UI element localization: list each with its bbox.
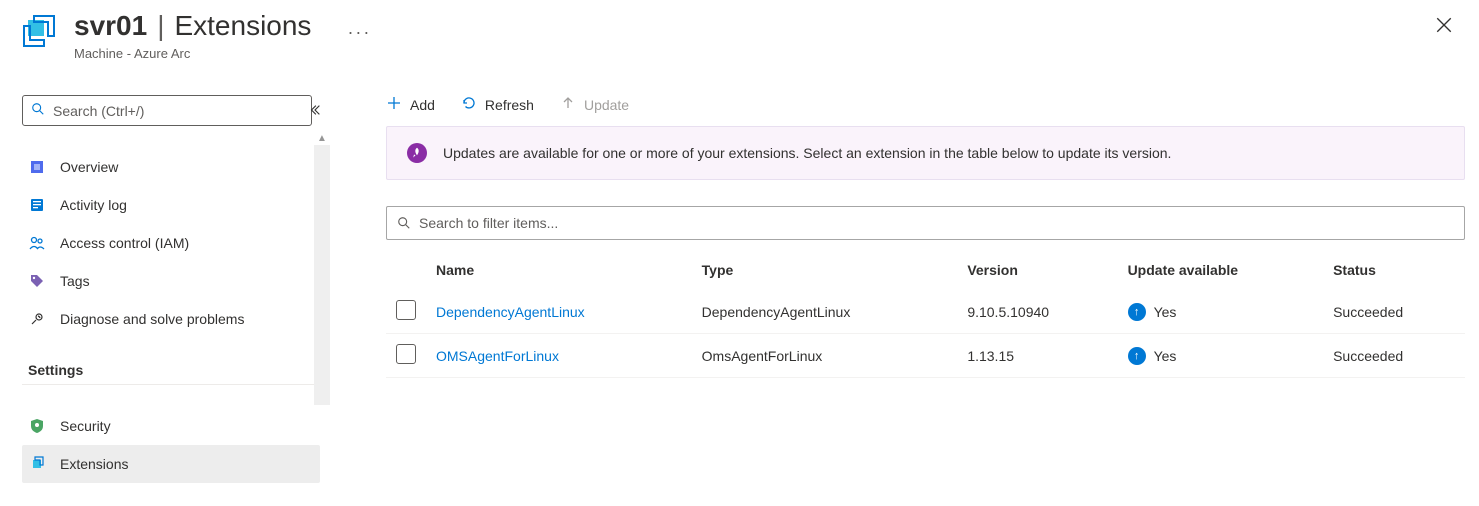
toolbar-add-label: Add xyxy=(410,97,435,113)
security-icon xyxy=(28,417,46,435)
update-available-icon: ↑ xyxy=(1128,303,1146,321)
section-name: Extensions xyxy=(174,10,311,42)
col-status[interactable]: Status xyxy=(1323,250,1465,290)
col-type[interactable]: Type xyxy=(692,250,958,290)
page-title: svr01 | Extensions xyxy=(74,10,311,42)
resource-subtitle: Machine - Azure Arc xyxy=(74,46,311,61)
extension-status: Succeeded xyxy=(1323,290,1465,334)
sidebar-item-extensions[interactable]: Extensions xyxy=(22,445,320,483)
overview-icon xyxy=(28,158,46,176)
diagnose-icon xyxy=(28,310,46,328)
update-available-icon: ↑ xyxy=(1128,347,1146,365)
extensions-table: Name Type Version Update available Statu… xyxy=(386,250,1465,378)
filter-box[interactable] xyxy=(386,206,1465,240)
sidebar-item-diagnose[interactable]: Diagnose and solve problems xyxy=(22,300,320,338)
sidebar-item-label: Extensions xyxy=(60,456,128,472)
extension-type: OmsAgentForLinux xyxy=(692,334,958,378)
resource-icon xyxy=(22,14,58,50)
sidebar-item-access-control[interactable]: Access control (IAM) xyxy=(22,224,320,262)
tags-icon xyxy=(28,272,46,290)
sidebar-item-label: Security xyxy=(60,418,111,434)
command-bar: Add Refresh Update xyxy=(386,95,1465,126)
extension-version: 9.10.5.10940 xyxy=(957,290,1117,334)
sidebar-section-settings: Settings xyxy=(22,356,320,385)
filter-input[interactable] xyxy=(419,215,1454,231)
upload-icon xyxy=(560,95,576,114)
sidebar-item-activity-log[interactable]: Activity log xyxy=(22,186,320,224)
row-checkbox[interactable] xyxy=(396,344,416,364)
sidebar-item-label: Activity log xyxy=(60,197,127,213)
plus-icon xyxy=(386,95,402,114)
sidebar-item-label: Tags xyxy=(60,273,90,289)
close-button[interactable] xyxy=(1429,10,1459,43)
update-button: Update xyxy=(560,95,629,114)
search-icon xyxy=(397,216,411,230)
sidebar-search-input[interactable] xyxy=(53,103,303,119)
sidebar-search[interactable] xyxy=(22,95,312,126)
refresh-button[interactable]: Refresh xyxy=(461,95,534,114)
extension-name-link[interactable]: OMSAgentForLinux xyxy=(436,348,559,364)
banner-text: Updates are available for one or more of… xyxy=(443,145,1171,161)
row-checkbox[interactable] xyxy=(396,300,416,320)
sidebar-item-label: Diagnose and solve problems xyxy=(60,311,244,327)
table-row[interactable]: OMSAgentForLinux OmsAgentForLinux 1.13.1… xyxy=(386,334,1465,378)
refresh-icon xyxy=(461,95,477,114)
sidebar-item-overview[interactable]: Overview xyxy=(22,148,320,186)
access-icon xyxy=(28,234,46,252)
collapse-sidebar-button[interactable] xyxy=(308,103,322,120)
sidebar-item-label: Overview xyxy=(60,159,118,175)
sidebar-item-label: Access control (IAM) xyxy=(60,235,189,251)
activity-icon xyxy=(28,196,46,214)
extension-type: DependencyAgentLinux xyxy=(692,290,958,334)
rocket-icon xyxy=(407,143,427,163)
toolbar-update-label: Update xyxy=(584,97,629,113)
table-row[interactable]: DependencyAgentLinux DependencyAgentLinu… xyxy=(386,290,1465,334)
resource-name: svr01 xyxy=(74,10,147,42)
add-button[interactable]: Add xyxy=(386,95,435,114)
search-icon xyxy=(31,102,45,119)
sidebar-item-tags[interactable]: Tags xyxy=(22,262,320,300)
col-name[interactable]: Name xyxy=(426,250,692,290)
col-version[interactable]: Version xyxy=(957,250,1117,290)
more-actions-button[interactable]: ··· xyxy=(347,22,371,43)
update-banner: Updates are available for one or more of… xyxy=(386,126,1465,180)
sidebar-item-security[interactable]: Security xyxy=(22,407,320,445)
extension-name-link[interactable]: DependencyAgentLinux xyxy=(436,304,585,320)
extension-version: 1.13.15 xyxy=(957,334,1117,378)
extension-status: Succeeded xyxy=(1323,334,1465,378)
toolbar-refresh-label: Refresh xyxy=(485,97,534,113)
update-available-value: Yes xyxy=(1154,348,1177,364)
extensions-icon xyxy=(28,455,46,473)
update-available-value: Yes xyxy=(1154,304,1177,320)
col-update[interactable]: Update available xyxy=(1118,250,1324,290)
sidebar-scrollbar[interactable]: ▲ xyxy=(314,145,330,405)
